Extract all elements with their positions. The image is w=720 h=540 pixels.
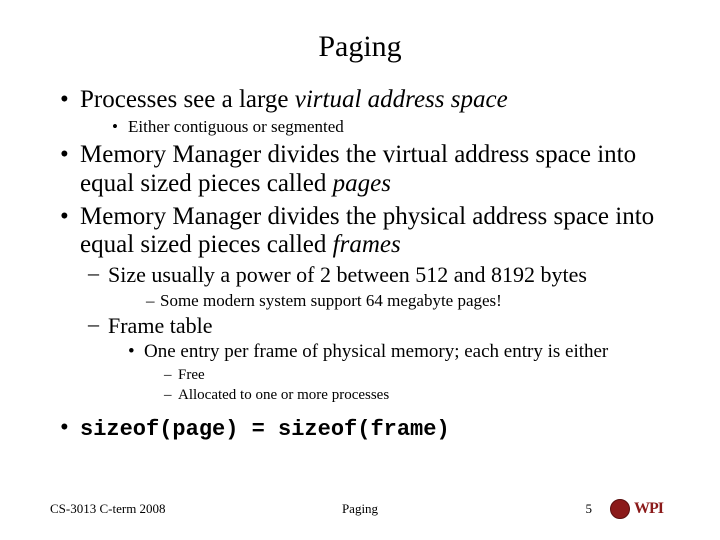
text-em: frames <box>333 231 401 258</box>
sub-sub-bullet-entry: One entry per frame of physical memory; … <box>50 341 670 364</box>
footer-right: 5 WPI <box>463 498 670 520</box>
bullet-sizeof: sizeof(page) = sizeof(frame) <box>50 414 670 443</box>
text: Processes see a large <box>80 86 295 113</box>
page-number: 5 <box>586 501 593 517</box>
wpi-seal-icon <box>610 499 630 519</box>
sub-sub-sub-bullet-free: Free <box>50 366 670 384</box>
footer: CS-3013 C-term 2008 Paging 5 WPI <box>0 498 720 520</box>
content-list: Processes see a large virtual address sp… <box>50 86 670 443</box>
sub-sub-sub-bullet-allocated: Allocated to one or more processes <box>50 386 670 404</box>
wpi-logo: WPI <box>610 498 670 520</box>
bullet-virtual-address: Processes see a large virtual address sp… <box>50 86 670 115</box>
sub-bullet-size: Size usually a power of 2 between 512 an… <box>50 262 670 288</box>
code-text: sizeof(page) = sizeof(frame) <box>80 417 450 442</box>
slide: Paging Processes see a large virtual add… <box>0 0 720 540</box>
text-em: pages <box>333 170 391 197</box>
slide-title: Paging <box>50 30 670 64</box>
sub-sub-bullet-64mb: Some modern system support 64 megabyte p… <box>50 291 670 311</box>
bullet-frames: Memory Manager divides the physical addr… <box>50 203 670 261</box>
text-em: virtual address space <box>295 86 508 113</box>
sub-bullet-contiguous: Either contiguous or segmented <box>50 117 670 137</box>
bullet-pages: Memory Manager divides the virtual addre… <box>50 141 670 199</box>
wpi-logo-text: WPI <box>634 500 663 518</box>
sub-bullet-frametable: Frame table <box>50 313 670 339</box>
footer-center: Paging <box>257 501 464 517</box>
footer-left: CS-3013 C-term 2008 <box>50 501 257 517</box>
